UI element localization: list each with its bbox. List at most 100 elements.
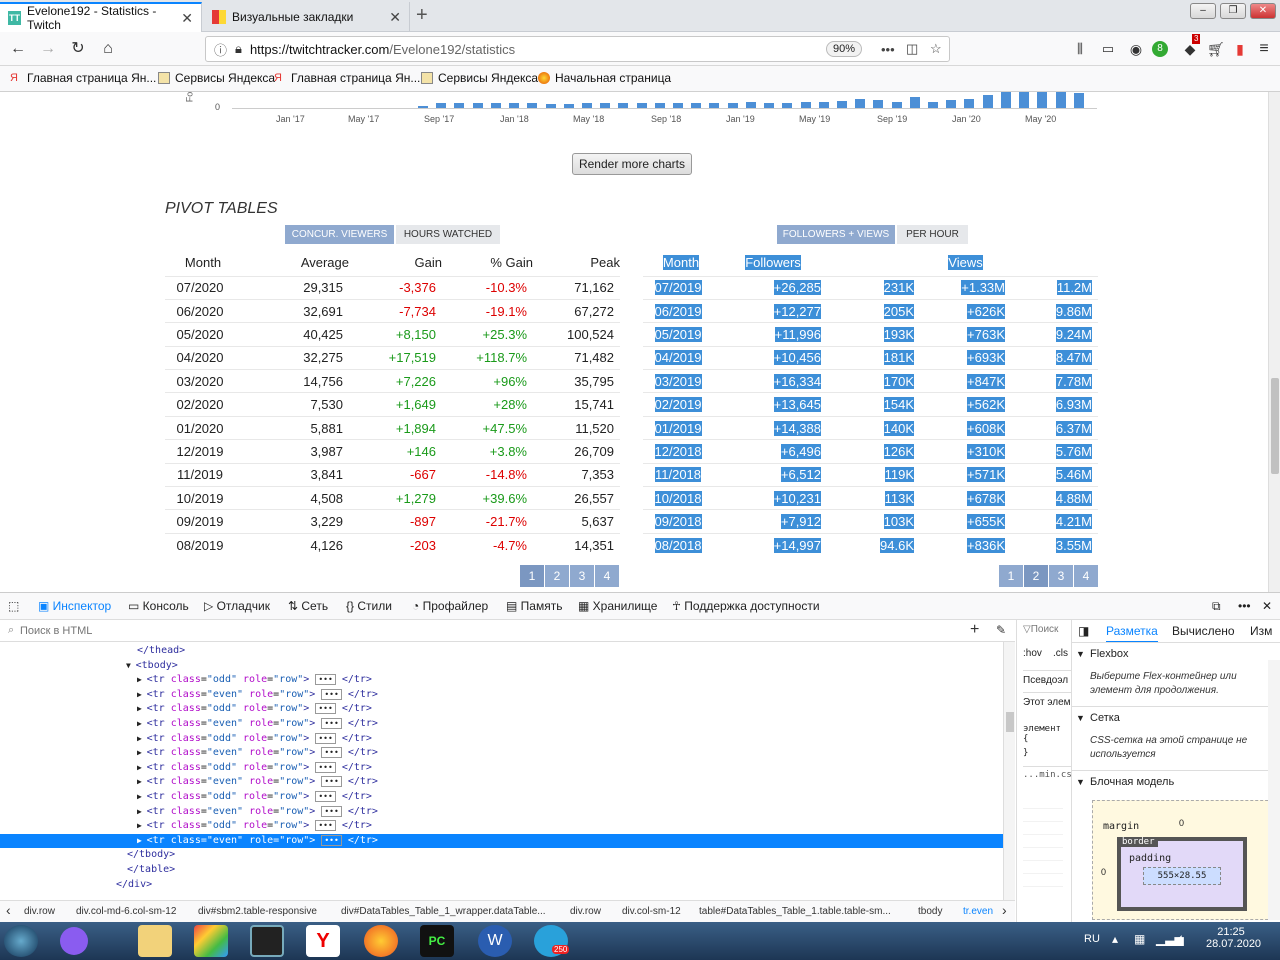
layout-scrollbar[interactable] bbox=[1268, 660, 1280, 920]
close-icon[interactable]: ✕ bbox=[389, 9, 401, 26]
flexbox-section[interactable]: ▼ Flexbox bbox=[1072, 642, 1280, 664]
breadcrumb-item[interactable]: div.row bbox=[570, 906, 601, 917]
tree-node[interactable]: </div> bbox=[0, 878, 152, 893]
tab-console[interactable]: ▭ Консоль bbox=[128, 599, 189, 613]
tree-node[interactable]: ▶ <tr class="odd" role="row"> ••• </tr> bbox=[0, 732, 372, 747]
tab-profiler[interactable]: ◔ Профайлер bbox=[412, 599, 488, 613]
more-icon[interactable]: ••• bbox=[881, 42, 895, 57]
home-icon[interactable]: ⌂ bbox=[96, 38, 120, 60]
clock[interactable]: 21:25 28.07.2020 bbox=[1206, 926, 1261, 950]
grid-section[interactable]: ▼ Сетка bbox=[1072, 706, 1280, 728]
info-icon[interactable]: ⓘ bbox=[214, 40, 227, 59]
maximize-icon[interactable]: ❐ bbox=[1220, 3, 1246, 19]
page-3-button[interactable]: 3 bbox=[1049, 565, 1073, 587]
bookmark-item[interactable]: Я Главная страница Ян... bbox=[274, 71, 420, 85]
url-bar[interactable]: ⓘ 🔒︎ https://twitchtracker.com/Evelone19… bbox=[205, 36, 950, 62]
network-status-icon[interactable]: ▦ bbox=[1134, 932, 1145, 946]
column-header[interactable]: Peak bbox=[533, 250, 620, 276]
tree-node[interactable]: ▶ <tr class="odd" role="row"> ••• </tr> bbox=[0, 761, 372, 776]
tree-scrollbar[interactable] bbox=[1003, 642, 1015, 900]
tree-node-selected[interactable]: ▶ <tr class="even" role="row"> ••• </tr> bbox=[0, 833, 1003, 849]
breadcrumb-item[interactable]: div#sbm2.table-responsive bbox=[198, 906, 317, 917]
pseudo-elements-toggle[interactable]: Псевдоэл bbox=[1023, 670, 1071, 686]
telegram-icon[interactable]: 250 bbox=[534, 925, 570, 957]
dock-icon[interactable]: ⧉ bbox=[1212, 599, 1221, 614]
tab-storage[interactable]: ▦ Хранилище bbox=[578, 599, 657, 613]
breadcrumb-item[interactable]: div.row bbox=[24, 906, 55, 917]
breadcrumb-item[interactable]: tr.even bbox=[963, 906, 993, 917]
tab-computed[interactable]: Вычислено bbox=[1172, 624, 1235, 638]
back-icon[interactable]: ← bbox=[6, 38, 30, 60]
close-icon[interactable]: ✕ bbox=[1262, 599, 1272, 613]
tree-node[interactable]: ▶ <tr class="odd" role="row"> ••• </tr> bbox=[0, 673, 372, 688]
eyedropper-icon[interactable]: ✎ bbox=[996, 623, 1006, 637]
hours-watched-button[interactable]: HOURS WATCHED bbox=[396, 225, 500, 244]
tab-changes[interactable]: Изм bbox=[1250, 624, 1272, 638]
library-icon[interactable]: ⫼ bbox=[1068, 38, 1092, 60]
column-header[interactable]: Average bbox=[241, 250, 349, 276]
firefox-icon[interactable] bbox=[364, 925, 398, 957]
scrollbar-thumb[interactable] bbox=[1006, 712, 1014, 732]
tree-node[interactable]: ▶ <tr class="odd" role="row"> ••• </tr> bbox=[0, 790, 372, 805]
bookmark-folder[interactable]: Сервисы Яндекса bbox=[421, 71, 538, 85]
breadcrumb-item[interactable]: div#DataTables_Table_1_wrapper.dataTable… bbox=[341, 906, 546, 917]
followers-views-button[interactable]: FOLLOWERS + VIEWS bbox=[777, 225, 895, 244]
chevron-right-icon[interactable]: › bbox=[1002, 902, 1007, 918]
per-hour-button[interactable]: PER HOUR bbox=[897, 225, 968, 244]
tab-memory[interactable]: ▤ Память bbox=[506, 599, 562, 613]
concur-viewers-button[interactable]: CONCUR. VIEWERS bbox=[285, 225, 394, 244]
tab-accessibility[interactable]: ☥ Поддержка доступности bbox=[672, 599, 820, 613]
word-icon[interactable]: W bbox=[478, 925, 512, 957]
column-header[interactable]: Month bbox=[165, 250, 241, 276]
cart-icon[interactable]: 🛒︎ bbox=[1204, 38, 1228, 60]
page-4-button[interactable]: 4 bbox=[595, 565, 619, 587]
tree-node[interactable]: ▼ <tbody> bbox=[0, 659, 178, 674]
tree-node[interactable]: </tbody> bbox=[0, 848, 175, 863]
tree-node[interactable]: ▶ <tr class="even" role="row"> ••• </tr> bbox=[0, 805, 378, 820]
tree-node[interactable]: ▶ <tr class="even" role="row"> ••• </tr> bbox=[0, 746, 378, 761]
tree-node[interactable]: ▶ <tr class="even" role="row"> ••• </tr> bbox=[0, 717, 378, 732]
breadcrumb-item[interactable]: tbody bbox=[918, 906, 942, 917]
tree-node[interactable]: ▶ <tr class="odd" role="row"> ••• </tr> bbox=[0, 819, 372, 834]
box-model-section[interactable]: ▼ Блочная модель bbox=[1072, 770, 1280, 792]
tab-network[interactable]: ⇅ Сеть bbox=[288, 599, 328, 613]
more-icon[interactable]: ••• bbox=[1238, 599, 1251, 613]
close-icon[interactable]: ✕ bbox=[181, 10, 193, 27]
tree-node[interactable]: </thead> bbox=[0, 644, 185, 659]
language-indicator[interactable]: RU bbox=[1084, 933, 1100, 945]
breadcrumb-item[interactable]: div.col-sm-12 bbox=[622, 906, 681, 917]
yandex-icon[interactable]: ▮ bbox=[1228, 38, 1252, 60]
column-header[interactable]: Views bbox=[920, 250, 1011, 276]
reload-icon[interactable]: ↻ bbox=[66, 38, 90, 60]
tab-layout[interactable]: Разметка bbox=[1106, 624, 1158, 643]
pick-element-icon[interactable]: ⬚ bbox=[8, 599, 19, 613]
tab-inspector[interactable]: ▣ Инспектор bbox=[38, 599, 111, 613]
column-header[interactable] bbox=[1011, 250, 1098, 276]
notifications-icon[interactable]: ◆ 3 bbox=[1178, 34, 1202, 60]
chevron-left-icon[interactable]: ‹ bbox=[6, 902, 11, 918]
forward-icon[interactable]: → bbox=[36, 38, 60, 60]
pocket-icon[interactable]: ◫ bbox=[906, 41, 918, 57]
column-header[interactable]: Followers bbox=[719, 250, 827, 276]
hov-toggle[interactable]: :hov bbox=[1023, 648, 1042, 659]
page-scrollbar[interactable] bbox=[1268, 92, 1280, 592]
terminal-icon[interactable] bbox=[250, 925, 284, 957]
menu-icon[interactable]: ≡ bbox=[1252, 38, 1276, 60]
page-4-button[interactable]: 4 bbox=[1074, 565, 1098, 587]
explorer-icon[interactable] bbox=[138, 925, 172, 957]
column-header[interactable]: % Gain bbox=[442, 250, 533, 276]
tab-styles[interactable]: {} Стили bbox=[346, 599, 392, 613]
tree-node[interactable]: ▶ <tr class="even" role="row"> ••• </tr> bbox=[0, 775, 378, 790]
pycharm-icon[interactable]: PC bbox=[420, 925, 454, 957]
start-icon[interactable] bbox=[4, 925, 38, 957]
bookmark-folder[interactable]: Сервисы Яндекса bbox=[158, 71, 275, 85]
panel-toggle-icon[interactable]: ◨ bbox=[1078, 624, 1089, 638]
minimize-icon[interactable]: – bbox=[1190, 3, 1216, 19]
page-3-button[interactable]: 3 bbox=[570, 565, 594, 587]
tab-debugger[interactable]: ▷ Отладчик bbox=[204, 599, 270, 613]
new-tab-icon[interactable]: + bbox=[416, 4, 428, 27]
sidebar-icon[interactable]: ▭ bbox=[1096, 38, 1120, 60]
close-window-icon[interactable]: ✕ bbox=[1250, 3, 1276, 19]
bookmark-item[interactable]: Начальная страница bbox=[538, 71, 671, 85]
tree-node[interactable]: ▶ <tr class="odd" role="row"> ••• </tr> bbox=[0, 702, 372, 717]
